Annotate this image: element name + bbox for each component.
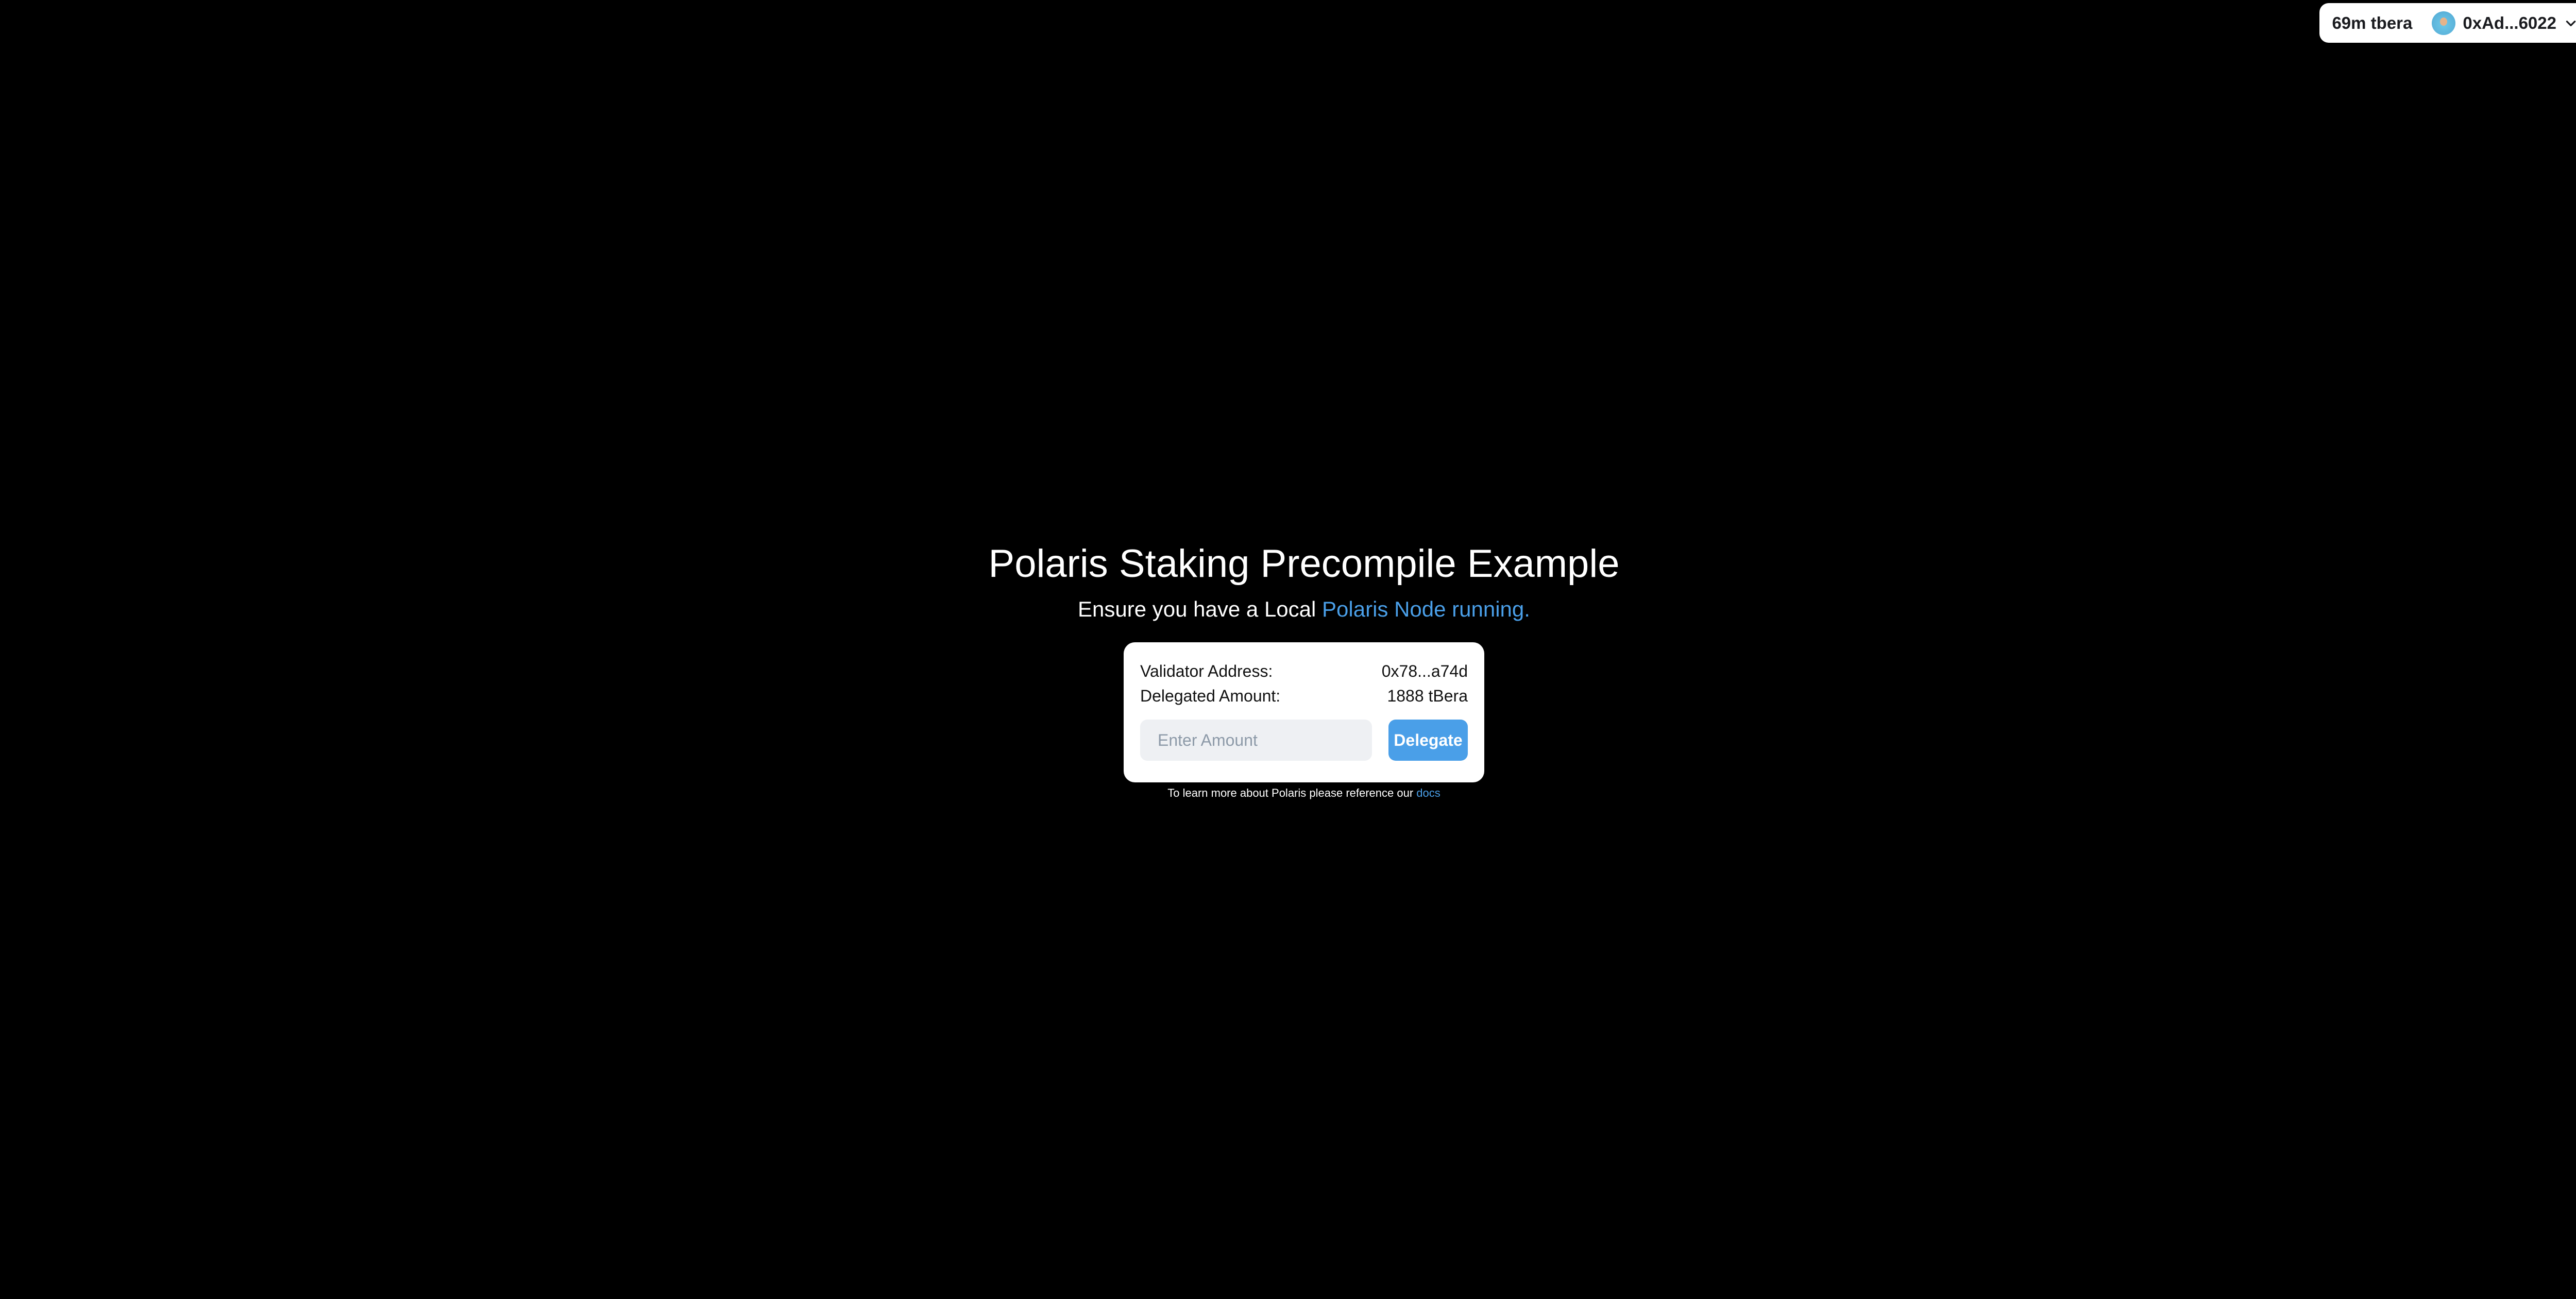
amount-input[interactable]: [1140, 720, 1372, 761]
avatar-icon: [2432, 11, 2456, 35]
validator-label: Validator Address:: [1140, 662, 1273, 680]
delegate-button[interactable]: Delegate: [1388, 720, 1468, 761]
chevron-down-icon[interactable]: [2563, 15, 2576, 31]
delegated-value: 1888 tBera: [1387, 687, 1468, 705]
polaris-node-link[interactable]: Polaris Node running.: [1322, 597, 1530, 621]
delegated-label: Delegated Amount:: [1140, 687, 1281, 705]
wallet-button[interactable]: 69m tbera 0xAd...6022: [2319, 3, 2576, 43]
delegate-form: Delegate: [1140, 720, 1468, 761]
wallet-address: 0xAd...6022: [2463, 13, 2556, 32]
footer-text: To learn more about Polaris please refer…: [1167, 787, 1417, 799]
docs-link[interactable]: docs: [1416, 787, 1440, 799]
delegated-row: Delegated Amount: 1888 tBera: [1140, 683, 1468, 708]
page-title: Polaris Staking Precompile Example: [988, 542, 1620, 586]
main-content: Polaris Staking Precompile Example Ensur…: [0, 544, 2576, 800]
validator-value: 0x78...a74d: [1381, 662, 1468, 680]
wallet-account[interactable]: 0xAd...6022: [2432, 11, 2576, 35]
subtitle-text: Ensure you have a Local: [1078, 597, 1323, 621]
delegation-card: Validator Address: 0x78...a74d Delegated…: [1124, 642, 1484, 782]
footer-note: To learn more about Polaris please refer…: [1167, 787, 1440, 800]
validator-row: Validator Address: 0x78...a74d: [1140, 659, 1468, 683]
subtitle: Ensure you have a Local Polaris Node run…: [1078, 597, 1530, 622]
page: 69m tbera 0xAd...6022 Polaris Staking Pr…: [0, 0, 2576, 1299]
wallet-balance: 69m tbera: [2332, 13, 2413, 32]
